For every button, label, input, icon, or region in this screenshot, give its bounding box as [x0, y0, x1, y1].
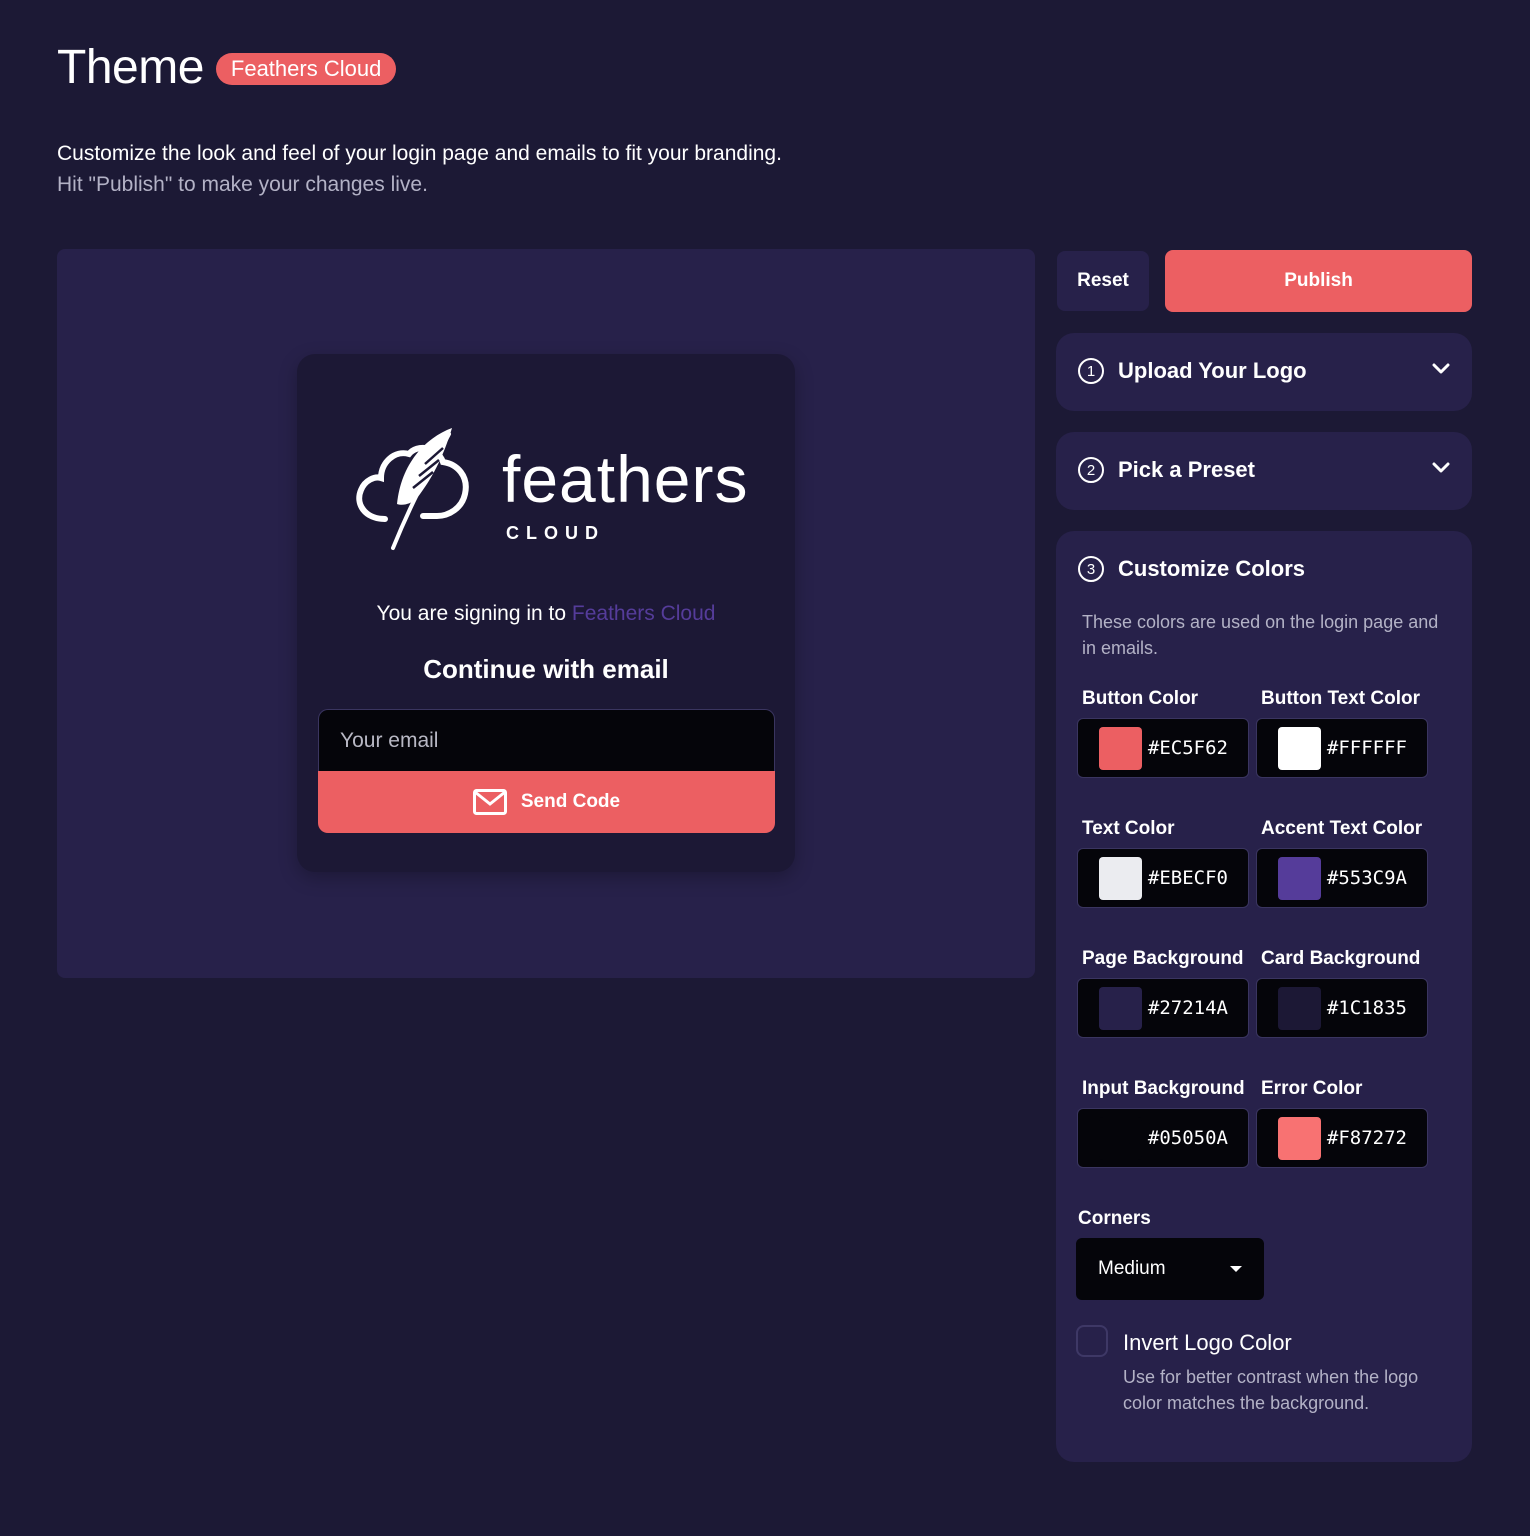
- publish-button[interactable]: Publish: [1165, 250, 1472, 312]
- color-hex: #EBECF0: [1147, 867, 1228, 889]
- button-text-color-label: Button Text Color: [1261, 688, 1421, 709]
- color-hex: #27214A: [1147, 997, 1228, 1019]
- mail-icon: [472, 789, 507, 815]
- color-hex: #05050A: [1147, 1127, 1228, 1149]
- logo-subtext: CLOUD: [506, 523, 605, 543]
- continue-heading: Continue with email: [423, 654, 669, 684]
- button-color-label: Button Color: [1082, 688, 1199, 709]
- color-hex: #1C1835: [1326, 997, 1407, 1019]
- chevron-down-icon[interactable]: [1432, 462, 1450, 474]
- app-badge: Feathers Cloud: [215, 52, 397, 85]
- accent-text-color-label: Accent Text Color: [1261, 818, 1423, 839]
- card-background-picker[interactable]: #1C1835: [1256, 978, 1428, 1038]
- color-hex: #553C9A: [1326, 867, 1407, 889]
- page-description: Customize the look and feel of your logi…: [57, 138, 782, 200]
- dropdown-caret-icon: [1230, 1266, 1242, 1272]
- input-background-label: Input Background: [1082, 1078, 1245, 1099]
- color-hex: #FFFFFF: [1326, 737, 1407, 759]
- color-swatch: [1099, 857, 1142, 900]
- button-text-color-picker[interactable]: #FFFFFF: [1256, 718, 1428, 778]
- panel-title: Upload Your Logo: [1118, 358, 1307, 383]
- color-swatch: [1099, 987, 1142, 1030]
- invert-logo-description: Use for better contrast when the logo co…: [1123, 1367, 1419, 1413]
- color-hex: #EC5F62: [1147, 737, 1228, 759]
- text-color-picker[interactable]: #EBECF0: [1077, 848, 1249, 908]
- brand-logo: feathers CLOUD: [345, 424, 755, 554]
- card-background-label: Card Background: [1261, 948, 1421, 969]
- color-swatch: [1278, 857, 1321, 900]
- text-color-label: Text Color: [1082, 818, 1175, 839]
- color-swatch: [1099, 1117, 1142, 1160]
- button-color-picker[interactable]: #EC5F62: [1077, 718, 1249, 778]
- email-input[interactable]: [318, 709, 775, 771]
- chevron-down-icon[interactable]: [1432, 363, 1450, 375]
- login-preview: feathers CLOUD You are signing in to Fea…: [57, 249, 1035, 978]
- panel-title: Customize Colors: [1118, 556, 1306, 581]
- input-background-picker[interactable]: #05050A: [1077, 1108, 1249, 1168]
- panel-title: Pick a Preset: [1118, 457, 1255, 482]
- step-number: 1: [1078, 358, 1104, 384]
- color-hex: #F87272: [1326, 1127, 1407, 1149]
- invert-logo-label: Invert Logo Color: [1123, 1330, 1292, 1355]
- signing-in-text: You are signing in to Feathers Cloud: [297, 602, 795, 626]
- step-number: 3: [1078, 556, 1104, 582]
- step-number: 2: [1078, 457, 1104, 483]
- corners-value: Medium: [1098, 1258, 1166, 1279]
- login-card: feathers CLOUD You are signing in to Fea…: [297, 354, 795, 872]
- logo-wordmark: feathers: [502, 442, 749, 516]
- description-line-1: Customize the look and feel of your logi…: [57, 142, 782, 165]
- page-title: Theme: [57, 41, 204, 94]
- signing-prefix: You are signing in to: [376, 602, 572, 625]
- customize-colors-panel: 3 Customize Colors These colors are used…: [1056, 531, 1472, 1462]
- invert-logo-checkbox[interactable]: [1076, 1325, 1108, 1357]
- color-swatch: [1278, 1117, 1321, 1160]
- color-swatch: [1278, 987, 1321, 1030]
- error-color-label: Error Color: [1261, 1078, 1363, 1099]
- corners-label: Corners: [1078, 1208, 1151, 1229]
- send-code-label: Send Code: [520, 791, 621, 812]
- pick-preset-panel[interactable]: 2 Pick a Preset: [1056, 432, 1472, 510]
- feather-cloud-logo-icon: [356, 428, 469, 550]
- color-swatch: [1278, 727, 1321, 770]
- page-background-picker[interactable]: #27214A: [1077, 978, 1249, 1038]
- page-background-label: Page Background: [1082, 948, 1244, 969]
- reset-button[interactable]: Reset: [1057, 251, 1149, 311]
- upload-logo-panel[interactable]: 1 Upload Your Logo: [1056, 333, 1472, 411]
- description-line-2: Hit "Publish" to make your changes live.: [57, 173, 428, 196]
- signing-app-name: Feathers Cloud: [571, 602, 716, 625]
- error-color-picker[interactable]: #F87272: [1256, 1108, 1428, 1168]
- accent-text-color-picker[interactable]: #553C9A: [1256, 848, 1428, 908]
- send-code-button[interactable]: Send Code: [318, 771, 775, 833]
- corners-select[interactable]: Medium: [1076, 1238, 1264, 1300]
- color-swatch: [1099, 727, 1142, 770]
- colors-description: These colors are used on the login page …: [1082, 612, 1439, 658]
- page-header: Theme Feathers Cloud: [57, 40, 397, 95]
